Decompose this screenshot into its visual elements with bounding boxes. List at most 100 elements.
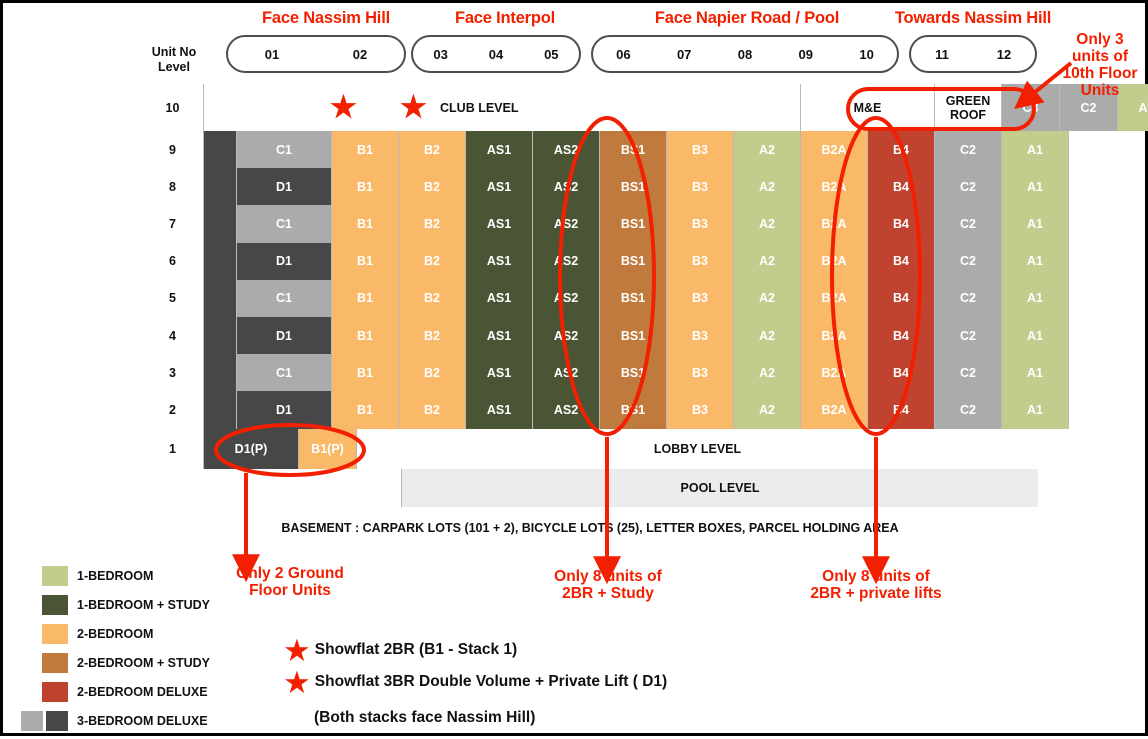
unit-cell-c2[interactable]: C2	[935, 279, 1002, 317]
unit-cell-b1[interactable]: B1	[332, 242, 399, 280]
unit-cell-b2[interactable]: B2	[399, 205, 466, 243]
unit-cell-a2[interactable]: A2	[734, 279, 801, 317]
unit-cell-d1p[interactable]: D1(P)	[204, 428, 299, 469]
unit-cell-as2[interactable]: AS2	[533, 131, 600, 169]
unit-cell-b2[interactable]: B2	[399, 131, 466, 169]
unit-cell-as1[interactable]: AS1	[466, 317, 533, 355]
unit-cell-as1[interactable]: AS1	[466, 131, 533, 169]
unit-cell-b1[interactable]: B1	[332, 279, 399, 317]
unit-cell-b1[interactable]: B1	[332, 317, 399, 355]
unit-cell-b4[interactable]: B4	[868, 168, 935, 206]
unit-cell-b3[interactable]: B3	[667, 279, 734, 317]
unit-cell-m&e[interactable]: M&E	[801, 84, 935, 131]
unit-cell-shaft[interactable]	[204, 131, 237, 169]
unit-cell-b1[interactable]: B1	[332, 205, 399, 243]
basement-label[interactable]: BASEMENT : CARPARK LOTS (101 + 2), BICYC…	[142, 506, 1038, 549]
unit-cell-b3[interactable]: B3	[667, 391, 734, 429]
unit-cell-shaft[interactable]	[204, 205, 237, 243]
unit-cell-bs1[interactable]: BS1	[600, 168, 667, 206]
unit-cell-c2[interactable]: C2	[935, 317, 1002, 355]
unit-cell-b3[interactable]: B3	[667, 168, 734, 206]
unit-cell-a1[interactable]: A1	[1002, 168, 1069, 206]
unit-group-pill-3[interactable]: 06 07 08 09 10	[591, 35, 899, 73]
unit-cell-a2[interactable]: A2	[734, 354, 801, 392]
unit-cell-d1[interactable]: D1	[237, 168, 332, 206]
unit-cell-b4[interactable]: B4	[868, 317, 935, 355]
unit-cell-a1[interactable]: A1	[1002, 317, 1069, 355]
unit-cell-b2[interactable]: B2	[399, 242, 466, 280]
unit-cell-c2[interactable]: C2	[935, 205, 1002, 243]
unit-cell-b2a[interactable]: B2A	[801, 354, 868, 392]
unit-cell-as2[interactable]: AS2	[533, 242, 600, 280]
unit-cell-b2[interactable]: B2	[399, 391, 466, 429]
unit-cell-as1[interactable]: AS1	[466, 279, 533, 317]
unit-cell-a2[interactable]: A2	[734, 131, 801, 169]
unit-group-pill-2[interactable]: 03 04 05	[411, 35, 581, 73]
unit-cell-b2a[interactable]: B2A	[801, 205, 868, 243]
unit-cell-as1[interactable]: AS1	[466, 205, 533, 243]
unit-cell-b2a[interactable]: B2A	[801, 279, 868, 317]
unit-cell-b2a[interactable]: B2A	[801, 168, 868, 206]
unit-cell-c1[interactable]: C1	[237, 205, 332, 243]
unit-cell-b1[interactable]: B1	[332, 391, 399, 429]
unit-cell-as2[interactable]: AS2	[533, 205, 600, 243]
unit-cell-c2[interactable]: C2	[935, 242, 1002, 280]
unit-cell-bs1[interactable]: BS1	[600, 279, 667, 317]
unit-cell-shaft[interactable]	[204, 317, 237, 355]
lobby-level-label[interactable]: LOBBY LEVEL	[357, 428, 1038, 469]
unit-cell-as2[interactable]: AS2	[533, 279, 600, 317]
unit-cell-a1[interactable]: A1	[1002, 391, 1069, 429]
unit-cell-a1[interactable]: A1	[1002, 242, 1069, 280]
unit-cell-bs1[interactable]: BS1	[600, 354, 667, 392]
unit-cell-b4[interactable]: B4	[868, 131, 935, 169]
unit-cell-bs1[interactable]: BS1	[600, 205, 667, 243]
unit-cell-a1[interactable]: A1	[1002, 205, 1069, 243]
unit-cell-c1[interactable]: C1	[237, 354, 332, 392]
unit-cell-b1[interactable]: B1	[332, 354, 399, 392]
unit-cell-shaft[interactable]	[204, 279, 237, 317]
unit-cell-a2[interactable]: A2	[734, 205, 801, 243]
unit-cell-c2[interactable]: C2	[935, 168, 1002, 206]
unit-cell-bs1[interactable]: BS1	[600, 131, 667, 169]
unit-cell-b1[interactable]: B1	[332, 131, 399, 169]
unit-cell-b2a[interactable]: B2A	[801, 391, 868, 429]
unit-cell-a1[interactable]: A1	[1002, 354, 1069, 392]
unit-cell-a2[interactable]: A2	[734, 317, 801, 355]
unit-cell-b4[interactable]: B4	[868, 354, 935, 392]
unit-cell-as1[interactable]: AS1	[466, 354, 533, 392]
unit-cell-a2[interactable]: A2	[734, 391, 801, 429]
unit-cell-b2a[interactable]: B2A	[801, 242, 868, 280]
unit-cell-d1[interactable]: D1	[237, 317, 332, 355]
unit-cell-shaft[interactable]	[204, 354, 237, 392]
unit-group-pill-1[interactable]: 01 02	[226, 35, 406, 73]
unit-cell-b2[interactable]: B2	[399, 279, 466, 317]
unit-cell-as2[interactable]: AS2	[533, 168, 600, 206]
unit-cell-as2[interactable]: AS2	[533, 317, 600, 355]
pool-level-label[interactable]: POOL LEVEL	[402, 468, 1038, 507]
unit-cell-c1[interactable]: C1	[237, 279, 332, 317]
unit-group-pill-4[interactable]: 11 12	[909, 35, 1037, 73]
unit-cell-d1[interactable]: D1	[237, 391, 332, 429]
unit-cell-b2[interactable]: B2	[399, 317, 466, 355]
unit-cell-as1[interactable]: AS1	[466, 391, 533, 429]
unit-cell-shaft[interactable]	[204, 391, 237, 429]
unit-cell-b4[interactable]: B4	[868, 205, 935, 243]
green-roof-cell[interactable]: GREEN ROOF	[935, 84, 1002, 131]
unit-cell-a2[interactable]: A2	[734, 242, 801, 280]
unit-cell-b1[interactable]: B1	[332, 168, 399, 206]
unit-cell-b2[interactable]: B2	[399, 168, 466, 206]
unit-cell-b4[interactable]: B4	[868, 279, 935, 317]
unit-cell-as1[interactable]: AS1	[466, 242, 533, 280]
unit-cell-b4[interactable]: B4	[868, 391, 935, 429]
unit-cell-shaft[interactable]	[204, 242, 237, 280]
unit-cell-c1[interactable]: C1	[237, 131, 332, 169]
unit-cell-a1[interactable]: A1	[1002, 279, 1069, 317]
unit-cell-b2a[interactable]: B2A	[801, 317, 868, 355]
unit-cell-b4[interactable]: B4	[868, 242, 935, 280]
unit-cell-b3[interactable]: B3	[667, 317, 734, 355]
unit-cell-b3[interactable]: B3	[667, 242, 734, 280]
unit-cell-bs1[interactable]: BS1	[600, 242, 667, 280]
unit-cell-shaft[interactable]	[204, 168, 237, 206]
unit-cell-as2[interactable]: AS2	[533, 391, 600, 429]
unit-cell-c2[interactable]: C2	[935, 391, 1002, 429]
